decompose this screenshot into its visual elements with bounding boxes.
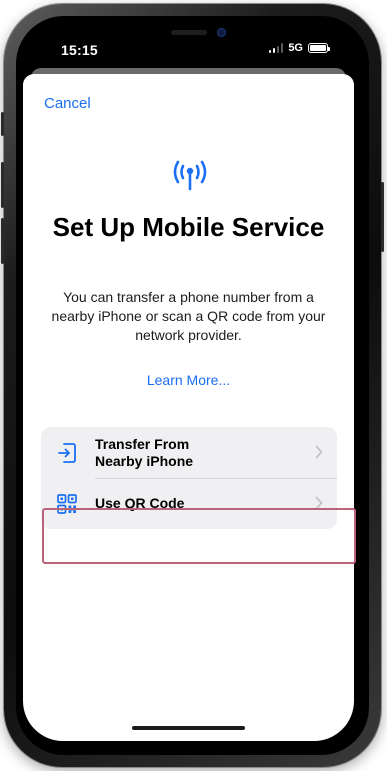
volume-up-button [1, 162, 4, 208]
status-indicators: 5G [268, 42, 330, 54]
option-label: Transfer From Nearby iPhone [95, 435, 194, 469]
cellular-antenna-icon [173, 160, 207, 191]
use-qr-code-option[interactable]: Use QR Code [41, 478, 337, 529]
front-camera [217, 28, 226, 37]
cancel-button[interactable]: Cancel [44, 95, 91, 112]
notch [123, 22, 254, 50]
learn-more-link[interactable]: Learn More... [23, 372, 354, 388]
battery-icon [308, 43, 330, 53]
transfer-icon [58, 442, 76, 463]
description-text: You can transfer a phone number from a n… [51, 289, 326, 343]
page-title: Set Up Mobile Service [52, 212, 325, 242]
option-label: Use QR Code [95, 495, 185, 511]
signal-strength-icon [268, 43, 284, 53]
setup-options-list: Transfer From Nearby iPhone Use QR Code [41, 427, 337, 529]
home-indicator[interactable] [132, 726, 245, 730]
phone-screen: 15:15 5G Cancel Set Up Mobile Service Yo… [23, 22, 354, 741]
status-time: 15:15 [61, 42, 98, 58]
chevron-right-icon [315, 445, 323, 459]
network-type: 5G [288, 42, 303, 54]
chevron-right-icon [315, 496, 323, 510]
transfer-from-nearby-iphone-option[interactable]: Transfer From Nearby iPhone [41, 427, 337, 478]
power-button [381, 182, 384, 252]
speaker-grille [171, 30, 207, 35]
mute-switch [1, 112, 4, 136]
setup-sheet: Cancel Set Up Mobile Service You can tra… [23, 74, 354, 741]
qr-code-icon [57, 493, 77, 514]
volume-down-button [1, 218, 4, 264]
